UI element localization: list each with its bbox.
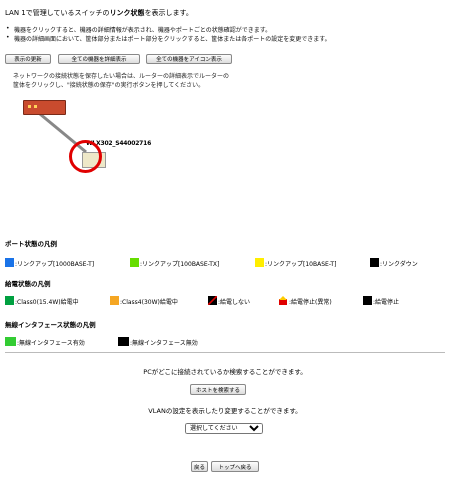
wireless-legend-heading: 無線インタフェース状態の凡例 (5, 321, 96, 329)
legend-label: :無線インタフェース有効 (17, 340, 85, 347)
legend-item: :無線インタフェース有効 (5, 337, 85, 347)
port-10-icon (255, 258, 264, 267)
legend-item: :給電停止(異常) (278, 296, 332, 306)
host-search-text: PCがどこに接続されているか検索することができます。 (143, 368, 307, 376)
host-search-button[interactable]: ホストを検索する (190, 384, 246, 395)
power-none-icon (208, 296, 217, 305)
back-button[interactable]: 戻る (191, 461, 208, 472)
legend-label: :リンクダウン (380, 261, 418, 268)
legend-label: :リンクアップ[10BASE-T] (265, 261, 337, 268)
vlan-select[interactable]: 選択してください (185, 423, 263, 434)
legend-label: :Class4(30W)給電中 (120, 299, 178, 306)
legend-label: :Class0(15.4W)給電中 (15, 299, 79, 306)
legend-item: :リンクアップ[1000BASE-T] (5, 258, 95, 268)
port-legend-heading: ポート状態の凡例 (5, 240, 57, 248)
port-1000-icon (5, 258, 14, 267)
router-led-icon (34, 105, 37, 108)
legend-item: :Class4(30W)給電中 (110, 296, 178, 306)
legend-item: :給電しない (208, 296, 251, 306)
router-led-icon (28, 105, 31, 108)
vlan-text: VLANの設定を表示したり変更することができます。 (148, 407, 302, 415)
legend-item: :無線インタフェース無効 (118, 337, 198, 347)
router-device-icon[interactable] (23, 100, 66, 115)
legend-label: :無線インタフェース無効 (130, 340, 198, 347)
wireless-enabled-icon (5, 337, 16, 346)
topology-links (39, 112, 87, 154)
legend-item: :給電停止 (363, 296, 400, 306)
power-class4-icon (110, 296, 119, 305)
legend-label: :リンクアップ[100BASE-TX] (140, 261, 220, 268)
legend-label: :給電しない (218, 299, 251, 306)
power-stop-icon (363, 296, 372, 305)
highlight-circle (69, 140, 102, 173)
legend-label: :リンクアップ[1000BASE-T] (15, 261, 95, 268)
power-class0-icon (5, 296, 14, 305)
legend-item: :リンクダウン (370, 258, 418, 268)
legend-item: :リンクアップ[100BASE-TX] (130, 258, 220, 268)
port-down-icon (370, 258, 379, 267)
back-to-top-button[interactable]: トップへ戻る (211, 461, 259, 472)
legend-label: :給電停止 (373, 299, 400, 306)
power-legend-heading: 給電状態の凡例 (5, 280, 51, 288)
legend-item: :リンクアップ[10BASE-T] (255, 258, 337, 268)
section-divider (5, 352, 445, 353)
wireless-disabled-icon (118, 337, 129, 346)
legend-label: :給電停止(異常) (289, 299, 332, 306)
power-error-icon (279, 296, 287, 305)
legend-item: :Class0(15.4W)給電中 (5, 296, 79, 306)
port-100-icon (130, 258, 139, 267)
